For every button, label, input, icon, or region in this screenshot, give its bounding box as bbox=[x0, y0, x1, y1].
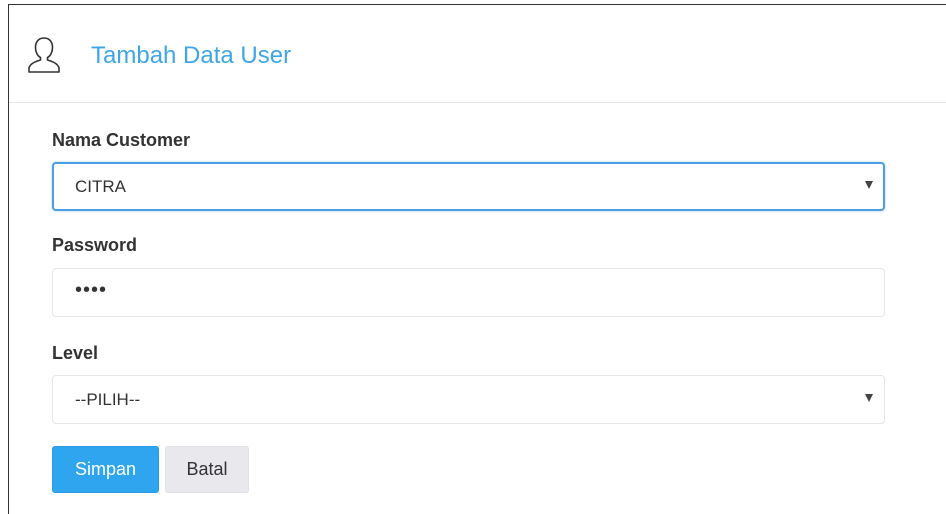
level-select-value: --PILIH-- bbox=[75, 390, 141, 409]
password-value: •••• bbox=[75, 279, 108, 301]
save-button[interactable]: Simpan bbox=[52, 446, 159, 493]
customer-select-value: CITRA bbox=[75, 177, 126, 196]
panel-header: Tambah Data User bbox=[9, 5, 946, 103]
user-icon bbox=[28, 37, 60, 73]
chevron-down-icon bbox=[865, 181, 873, 189]
add-user-panel: Tambah Data User Nama Customer CITRA Pas… bbox=[8, 4, 946, 514]
level-label: Level bbox=[52, 343, 99, 363]
page-title: Tambah Data User bbox=[91, 42, 292, 69]
customer-label: Nama Customer bbox=[52, 130, 191, 150]
chevron-down-icon bbox=[865, 394, 873, 402]
password-field[interactable]: •••• bbox=[52, 268, 885, 317]
password-label: Password bbox=[52, 235, 138, 255]
level-select[interactable]: --PILIH-- bbox=[52, 375, 885, 424]
cancel-button[interactable]: Batal bbox=[165, 446, 249, 493]
customer-select[interactable]: CITRA bbox=[52, 162, 885, 211]
